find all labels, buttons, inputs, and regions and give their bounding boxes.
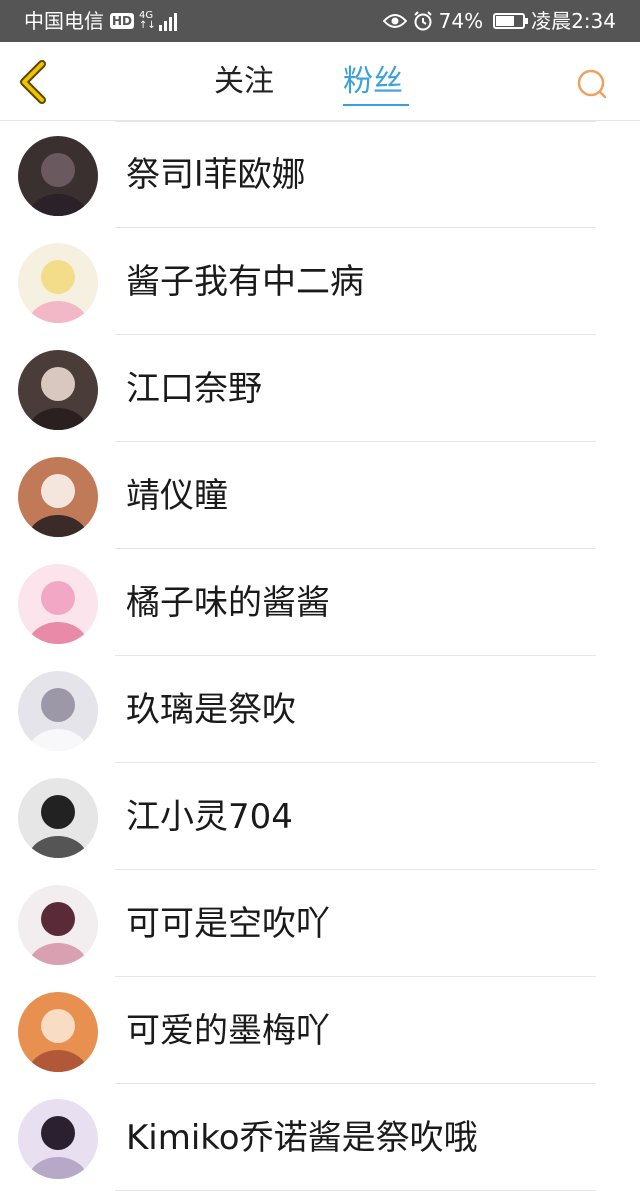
fan-name: 橘子味的酱酱: [126, 583, 330, 623]
carrier-name: 中国电信: [24, 9, 104, 33]
battery-percent: 74%: [438, 9, 484, 33]
fan-name: 江小灵704: [126, 797, 293, 837]
hd-badge: HD: [110, 13, 135, 29]
list-item[interactable]: 酱子我有中二病: [0, 228, 640, 335]
list-item[interactable]: 可可是空吹吖: [0, 870, 640, 977]
fan-name: 玖璃是祭吹: [126, 690, 296, 730]
fan-name: 可可是空吹吖: [126, 904, 330, 944]
avatar[interactable]: [18, 671, 98, 751]
list-item[interactable]: 江口奈野: [0, 335, 640, 442]
avatar[interactable]: [18, 885, 98, 965]
signal-icon: [158, 11, 177, 31]
fan-name: 可爱的墨梅吖: [126, 1011, 330, 1051]
list-item[interactable]: 玖璃是祭吹: [0, 656, 640, 763]
top-nav: 关注 粉丝: [0, 42, 640, 121]
avatar[interactable]: [18, 243, 98, 323]
status-right: 74% 凌晨2:34: [382, 0, 616, 42]
list-item[interactable]: 橘子味的酱酱: [0, 549, 640, 656]
avatar[interactable]: [18, 136, 98, 216]
network-activity: ↑↓: [139, 20, 156, 31]
search-icon: [577, 69, 607, 99]
fans-list: 祭司l菲欧娜酱子我有中二病 江口奈野靖仪瞳橘子味的酱酱 玖璃是祭吹江小灵704 可可是…: [0, 121, 640, 1191]
eye-icon: [382, 13, 407, 29]
avatar[interactable]: [18, 564, 98, 644]
fan-name: 靖仪瞳: [126, 476, 228, 516]
fan-name: 江口奈野: [126, 369, 262, 409]
status-bar: 中国电信 HD 4G ↑↓ 74% 凌晨2:34: [0, 0, 640, 42]
active-tab-indicator: [343, 104, 409, 106]
network-type: 4G ↑↓: [139, 11, 156, 31]
list-item[interactable]: 可爱的墨梅吖: [0, 977, 640, 1084]
status-left: 中国电信 HD 4G ↑↓: [24, 0, 177, 42]
chevron-left-icon: [20, 60, 46, 104]
fan-name: Kimiko乔诺酱是祭吹哦: [126, 1118, 478, 1158]
alarm-icon: [413, 11, 433, 31]
battery-level-fill: [496, 16, 515, 26]
battery-icon: [493, 13, 529, 29]
fan-name: 酱子我有中二病: [126, 262, 364, 302]
avatar[interactable]: [18, 778, 98, 858]
avatar[interactable]: [18, 1099, 98, 1179]
tab-follow[interactable]: 关注: [214, 62, 274, 102]
clock: 凌晨2:34: [531, 9, 616, 33]
list-item[interactable]: 祭司l菲欧娜: [0, 121, 640, 228]
search-button[interactable]: [574, 66, 610, 102]
avatar[interactable]: [18, 350, 98, 430]
list-item[interactable]: 靖仪瞳: [0, 442, 640, 549]
back-button[interactable]: [14, 60, 54, 104]
avatar[interactable]: [18, 992, 98, 1072]
avatar[interactable]: [18, 457, 98, 537]
list-item[interactable]: 江小灵704: [0, 763, 640, 870]
fan-name: 祭司l菲欧娜: [126, 155, 306, 195]
tab-fans[interactable]: 粉丝: [343, 62, 403, 102]
